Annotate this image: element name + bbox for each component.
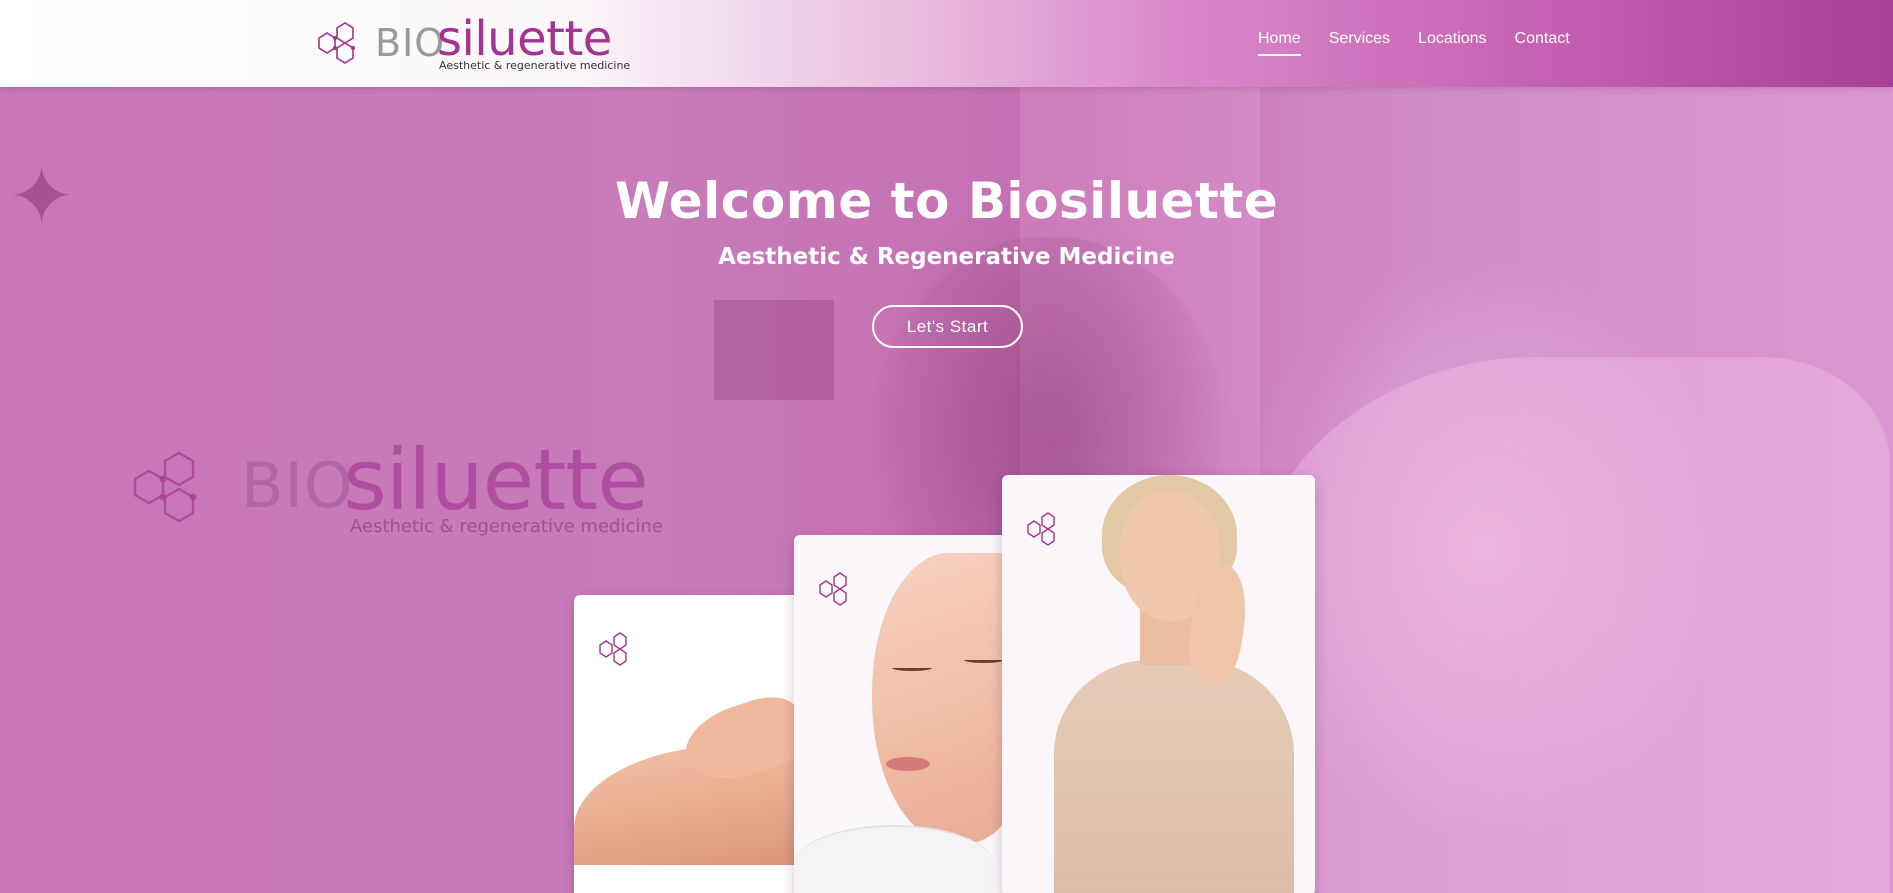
hero-watermark-logo: BIO siluette Aesthetic & regenerative me… — [133, 431, 673, 539]
hexagon-logo-icon — [133, 451, 197, 523]
lets-start-button[interactable]: Let's Start — [872, 305, 1023, 348]
card-skin-rejuvenation[interactable] — [1002, 475, 1315, 893]
nav-item-services[interactable]: Services — [1329, 30, 1390, 56]
card-image-lips — [886, 757, 930, 771]
hexagon-logo-icon — [599, 632, 627, 666]
nav-item-home[interactable]: Home — [1258, 30, 1301, 56]
card-facial-lifting[interactable] — [794, 535, 1024, 893]
hero-background-doctor — [1250, 357, 1890, 893]
main-nav: Home Services Locations Contact — [1258, 30, 1598, 56]
watermark-bio-text: BIO — [241, 449, 354, 522]
hero-section: ✦ Welcome to Biosiluette Aesthetic & Reg… — [0, 87, 1893, 893]
card-body-treatment[interactable] — [574, 595, 804, 893]
hero-title: Welcome to Biosiluette — [614, 172, 1279, 230]
card-image-top — [1054, 660, 1294, 893]
hero-subtitle: Aesthetic & Regenerative Medicine — [718, 244, 1175, 270]
nav-item-contact[interactable]: Contact — [1515, 30, 1570, 56]
watermark-tagline: Aesthetic & regenerative medicine — [350, 516, 663, 537]
brand-logo-link[interactable]: BIO siluette Aesthetic & regenerative me… — [315, 11, 630, 76]
site-header: BIO siluette Aesthetic & regenerative me… — [0, 0, 1893, 87]
logo-bio-text: BIO — [375, 21, 446, 65]
hexagon-logo-icon — [1027, 512, 1055, 546]
card-image-eye — [892, 665, 932, 671]
hexagon-logo-icon — [819, 572, 847, 606]
hero-background-window — [714, 300, 834, 400]
logo-tagline: Aesthetic & regenerative medicine — [439, 59, 631, 72]
card-image-eye — [964, 657, 1004, 663]
hexagon-logo-icon — [318, 22, 355, 64]
nav-item-locations[interactable]: Locations — [1418, 30, 1487, 56]
logo-siluette-text: siluette — [437, 11, 612, 67]
watermark-siluette-text: siluette — [343, 431, 649, 529]
